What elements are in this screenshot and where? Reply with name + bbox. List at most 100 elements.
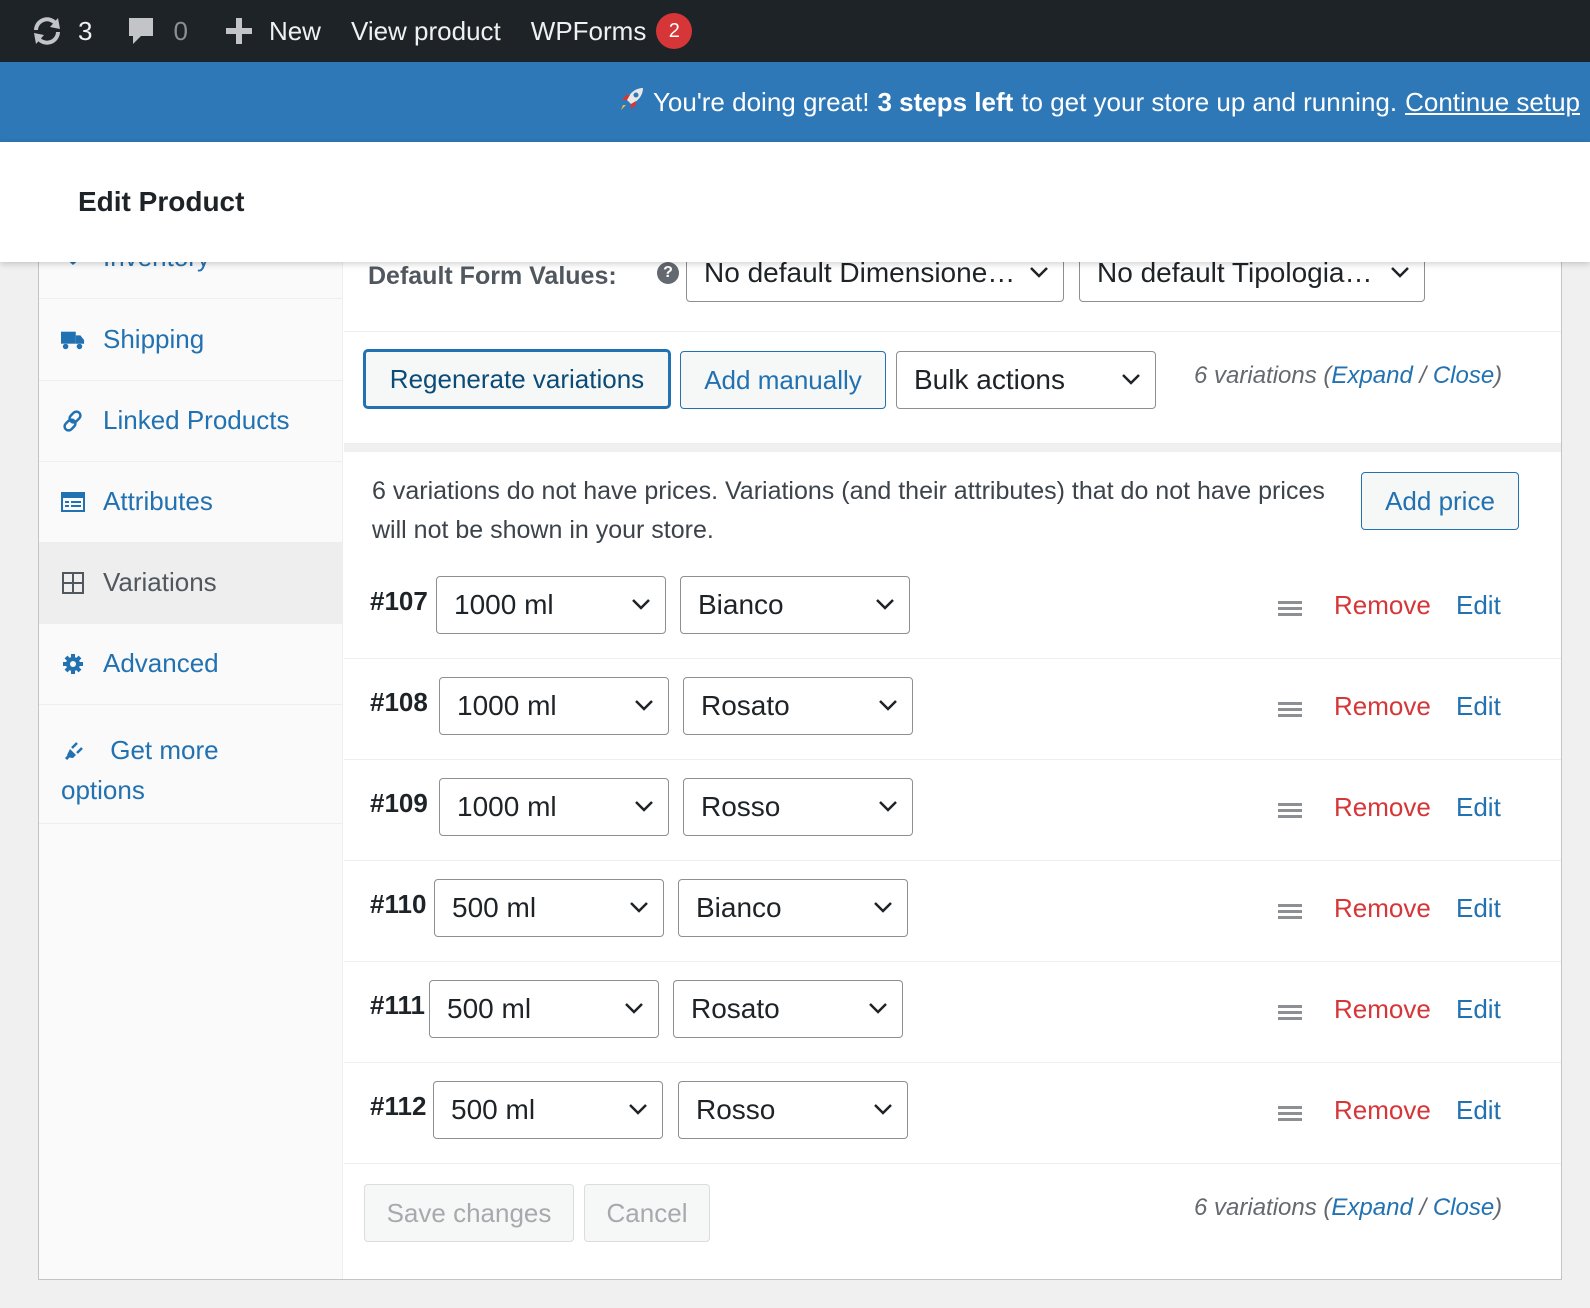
missing-prices-notice: 6 variations do not have prices. Variati…: [344, 444, 1561, 574]
tab-advanced-label: Advanced: [103, 648, 219, 678]
page-header: Edit Product: [0, 142, 1590, 262]
size-select[interactable]: 1000 ml: [439, 677, 669, 735]
default-dimensione-value: No default Dimensione…: [704, 262, 1016, 288]
remove-link[interactable]: Remove: [1334, 994, 1431, 1025]
refresh-icon: [30, 16, 64, 46]
edit-link[interactable]: Edit: [1456, 994, 1501, 1025]
size-select[interactable]: 500 ml: [433, 1081, 663, 1139]
tab-linked-products-label: Linked Products: [103, 405, 290, 435]
regenerate-variations-button[interactable]: Regenerate variations: [364, 350, 670, 408]
comments-menu[interactable]: 0: [107, 0, 202, 62]
expand-link[interactable]: Expand: [1331, 362, 1412, 389]
close-link[interactable]: Close: [1433, 1194, 1494, 1221]
edit-link[interactable]: Edit: [1456, 893, 1501, 924]
continue-setup-link[interactable]: Continue setup: [1405, 87, 1580, 118]
size-select[interactable]: 500 ml: [429, 980, 659, 1038]
chevron-down-icon: [635, 700, 653, 711]
add-manually-button[interactable]: Add manually: [680, 351, 886, 409]
variations-content: Default Form Values: ? No default Dimens…: [344, 262, 1561, 1279]
edit-link[interactable]: Edit: [1456, 590, 1501, 621]
help-icon[interactable]: ?: [657, 262, 679, 284]
chevron-down-icon: [876, 599, 894, 610]
tab-get-more-label: Get more: [110, 735, 219, 765]
type-value: Bianco: [696, 892, 782, 923]
tab-variations[interactable]: Variations: [39, 542, 343, 624]
variations-count: 6 variations (Expand / Close): [1194, 362, 1502, 390]
type-select[interactable]: Rosato: [673, 980, 903, 1038]
remove-link[interactable]: Remove: [1334, 590, 1431, 621]
size-select[interactable]: 1000 ml: [436, 576, 666, 634]
variation-row: #111 500 ml Rosato Remove Edit: [344, 962, 1561, 1063]
chevron-down-icon: [879, 700, 897, 711]
rocket-icon: [619, 86, 645, 119]
remove-link[interactable]: Remove: [1334, 1095, 1431, 1126]
chevron-down-icon: [630, 902, 648, 913]
default-tipologia-value: No default Tipologia…: [1097, 262, 1373, 288]
new-content-menu[interactable]: New: [203, 0, 336, 62]
default-form-values-label: Default Form Values:: [368, 262, 617, 290]
chevron-down-icon: [874, 902, 892, 913]
size-value: 500 ml: [451, 1094, 536, 1125]
tab-shipping[interactable]: Shipping: [39, 299, 343, 381]
type-select[interactable]: Rosso: [683, 778, 913, 836]
drag-handle-icon[interactable]: [1278, 1105, 1302, 1123]
tab-variations-label: Variations: [103, 567, 217, 597]
edit-link[interactable]: Edit: [1456, 1095, 1501, 1126]
chevron-down-icon: [625, 1003, 643, 1014]
drag-handle-icon[interactable]: [1278, 903, 1302, 921]
view-product-link[interactable]: View product: [336, 0, 516, 62]
comment-icon: [127, 16, 155, 46]
size-value: 1000 ml: [454, 589, 554, 620]
tab-advanced[interactable]: Advanced: [39, 623, 343, 705]
size-select[interactable]: 1000 ml: [439, 778, 669, 836]
tab-shipping-label: Shipping: [103, 324, 205, 354]
save-changes-button[interactable]: Save changes: [364, 1184, 574, 1242]
gear-icon: [61, 652, 85, 676]
wpforms-menu[interactable]: WPForms 2: [516, 0, 708, 62]
variations-count-end: ): [1494, 1194, 1503, 1221]
tab-attributes[interactable]: Attributes: [39, 461, 343, 543]
add-price-button[interactable]: Add price: [1361, 472, 1519, 530]
list-icon: [61, 490, 85, 514]
size-select[interactable]: 500 ml: [434, 879, 664, 937]
drag-handle-icon[interactable]: [1278, 600, 1302, 618]
bulk-actions-select[interactable]: Bulk actions: [896, 351, 1156, 409]
variation-row: #110 500 ml Bianco Remove Edit: [344, 861, 1561, 962]
tab-get-more-label2: options: [61, 775, 145, 805]
variations-toolbar: Regenerate variations Add manually Bulk …: [344, 332, 1561, 444]
variation-row: #109 1000 ml Rosso Remove Edit: [344, 760, 1561, 861]
edit-link[interactable]: Edit: [1456, 691, 1501, 722]
remove-link[interactable]: Remove: [1334, 893, 1431, 924]
edit-link[interactable]: Edit: [1456, 792, 1501, 823]
tab-inventory[interactable]: Inventory: [39, 262, 343, 299]
default-dimensione-select[interactable]: No default Dimensione…: [686, 262, 1064, 302]
tab-get-more-options[interactable]: Get more options: [39, 704, 343, 824]
close-link[interactable]: Close: [1433, 362, 1494, 389]
variations-count-text: 6 variations (: [1194, 1194, 1332, 1221]
size-value: 1000 ml: [457, 791, 557, 822]
expand-link[interactable]: Expand: [1331, 1194, 1412, 1221]
comments-count: 0: [173, 15, 188, 46]
size-value: 500 ml: [447, 993, 532, 1024]
type-select[interactable]: Bianco: [680, 576, 910, 634]
view-product-label: View product: [350, 15, 501, 46]
variations-count-text: 6 variations (: [1194, 362, 1332, 389]
tab-linked-products[interactable]: Linked Products: [39, 380, 343, 462]
cancel-button[interactable]: Cancel: [584, 1184, 710, 1242]
default-form-values: Default Form Values: ? No default Dimens…: [344, 262, 1561, 332]
type-select[interactable]: Rosso: [678, 1081, 908, 1139]
type-value: Rosso: [696, 1094, 776, 1125]
type-select[interactable]: Bianco: [678, 879, 908, 937]
drag-handle-icon[interactable]: [1278, 1004, 1302, 1022]
variation-row: #112 500 ml Rosso Remove Edit: [344, 1063, 1561, 1164]
drag-handle-icon[interactable]: [1278, 802, 1302, 820]
chevron-down-icon: [1122, 374, 1140, 385]
type-select[interactable]: Rosato: [683, 677, 913, 735]
updates-menu[interactable]: 3: [0, 0, 107, 62]
default-tipologia-select[interactable]: No default Tipologia…: [1079, 262, 1425, 302]
variations-footer: Save changes Cancel 6 variations (Expand…: [344, 1168, 1561, 1279]
type-value: Rosato: [701, 690, 790, 721]
remove-link[interactable]: Remove: [1334, 691, 1431, 722]
drag-handle-icon[interactable]: [1278, 701, 1302, 719]
remove-link[interactable]: Remove: [1334, 792, 1431, 823]
